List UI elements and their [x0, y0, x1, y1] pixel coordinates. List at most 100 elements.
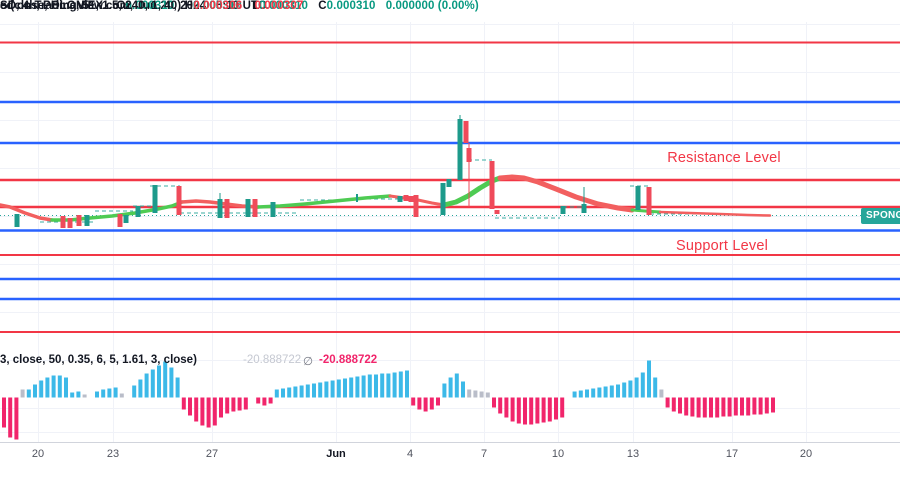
- histogram-bar: [157, 365, 161, 398]
- candle-body: [67, 218, 73, 228]
- histogram-bar: [622, 382, 627, 398]
- histogram-bar: [442, 383, 447, 398]
- candle-body: [466, 148, 472, 162]
- time-axis-label: Jun: [326, 448, 346, 460]
- histogram-bar: [374, 374, 378, 398]
- histogram-bar: [585, 389, 589, 398]
- level-lines: [0, 41, 900, 333]
- candle-body: [403, 195, 409, 201]
- histogram-bar: [659, 389, 664, 398]
- hma-ribbon-segment: [630, 208, 662, 214]
- histogram-bar: [45, 377, 50, 398]
- hma-ribbon-segment: [497, 174, 635, 213]
- time-axis-label: 7: [480, 448, 488, 460]
- histogram-bar: [144, 373, 149, 398]
- histogram-bar: [206, 397, 211, 428]
- oscillator-legend-row: 3, close, 50, 0.35, 6, 5, 1.61, 3, close…: [0, 354, 900, 368]
- histogram-bar: [690, 397, 695, 417]
- histogram-bar: [423, 397, 428, 412]
- candle-body: [494, 210, 500, 214]
- histogram-bar: [634, 377, 639, 398]
- candle-body: [176, 186, 182, 215]
- histogram-bar: [671, 397, 676, 412]
- histogram-bar: [454, 373, 459, 398]
- time-axis-label: 13: [626, 448, 640, 460]
- histogram-bar: [225, 397, 230, 414]
- histogram-bar: [132, 385, 137, 398]
- price-label-badge: SPONG: [861, 208, 900, 224]
- candle-body: [635, 186, 641, 210]
- histogram-bar: [578, 390, 583, 398]
- histogram-bar: [150, 369, 155, 398]
- histogram-bar: [237, 397, 242, 411]
- histogram-bar: [616, 384, 620, 398]
- histogram-bar: [380, 373, 385, 398]
- candle-body: [152, 185, 158, 213]
- histogram-bar: [64, 377, 68, 398]
- histogram-bar: [281, 388, 285, 398]
- histogram-bar: [2, 397, 6, 428]
- histogram-bar: [293, 386, 298, 398]
- histogram-bar: [405, 370, 409, 398]
- histogram-bar: [485, 392, 490, 398]
- candle-body: [245, 199, 251, 217]
- histogram-bar: [200, 397, 205, 426]
- hma-indicator-row: o (close, Hma, 51, 1.5, 240, 1, 40) 0.00…: [0, 0, 303, 12]
- histogram-bar: [138, 379, 143, 398]
- candle-body: [463, 121, 469, 143]
- histogram-bar: [684, 397, 689, 416]
- histogram-bar: [14, 397, 19, 440]
- histogram-bar: [256, 397, 261, 404]
- histogram-bar: [318, 382, 323, 398]
- histogram-bar: [231, 397, 236, 412]
- oscillator-average-icon: ∅: [303, 356, 314, 368]
- histogram-bar: [752, 397, 757, 415]
- histogram-bar: [268, 397, 273, 404]
- histogram-bar: [181, 397, 186, 410]
- histogram-bar: [355, 376, 360, 398]
- histogram-bar: [194, 397, 199, 422]
- candle-body: [581, 204, 587, 213]
- close-value: 0.000310: [326, 0, 376, 12]
- candle-body: [446, 179, 452, 187]
- candle-body: [440, 183, 446, 215]
- time-axis-label: 10: [551, 448, 565, 460]
- histogram-bar: [758, 397, 763, 415]
- histogram-bar: [771, 397, 775, 413]
- histogram-bar: [473, 390, 478, 398]
- histogram-bar: [398, 371, 403, 398]
- histogram-bar: [523, 397, 527, 425]
- histogram-bar: [392, 372, 397, 398]
- histogram-bar: [312, 383, 316, 398]
- histogram-bar: [529, 397, 534, 425]
- histogram-bar: [113, 387, 118, 398]
- histogram-bar: [560, 397, 565, 418]
- time-axis-label: 20: [31, 448, 45, 460]
- histogram-bar: [467, 389, 472, 398]
- histogram-bar: [609, 385, 614, 398]
- candle-body: [646, 187, 652, 215]
- histogram-bar: [640, 372, 645, 398]
- histogram-bar: [510, 397, 515, 422]
- candle-body: [356, 194, 358, 202]
- candle-body: [84, 215, 90, 226]
- candle-body: [413, 195, 419, 217]
- time-axis-label: 20: [799, 448, 813, 460]
- histogram-bar: [461, 381, 465, 398]
- time-axis-label: 4: [406, 448, 414, 460]
- histogram-bar: [429, 397, 434, 410]
- histogram-bar: [39, 380, 44, 398]
- histogram-bar: [305, 384, 310, 398]
- support-level-label: Support Level: [675, 238, 769, 254]
- time-axis[interactable]: 20 23 27 Jun 4 7 10 13 17 20: [0, 444, 900, 464]
- hma-indicator-label: o (close, Hma, 51, 1.5, 240, 1, 40): [0, 0, 182, 12]
- histogram-bar: [212, 397, 217, 426]
- candle-body: [252, 199, 258, 217]
- histogram-bar: [535, 397, 540, 424]
- hma-value-1: 0.000306: [193, 0, 243, 12]
- histogram-bar: [299, 385, 304, 398]
- histogram-bar: [603, 386, 608, 398]
- resistance-level-label: Resistance Level: [667, 150, 781, 166]
- candle-body: [397, 196, 403, 202]
- histogram-bar: [119, 393, 124, 398]
